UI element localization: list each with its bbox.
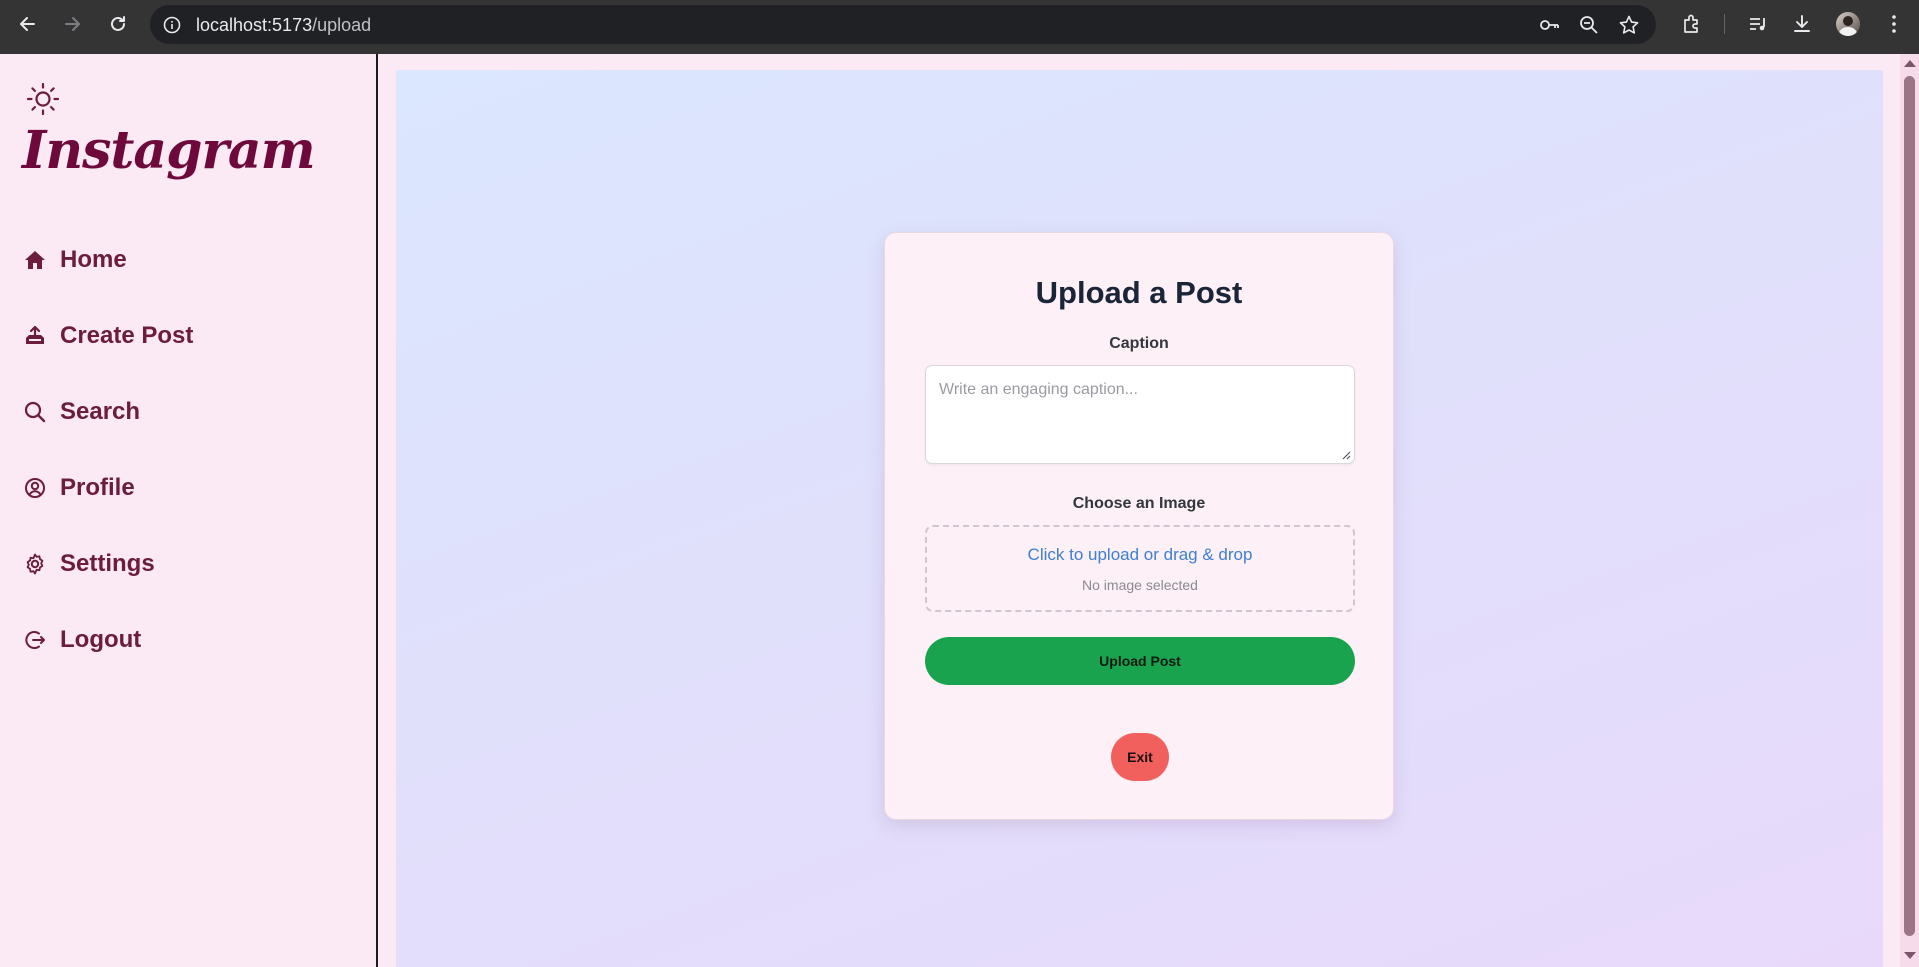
sidebar-item-logout[interactable]: Logout	[22, 620, 141, 660]
arrow-left-icon	[20, 17, 35, 31]
caption-input[interactable]	[926, 366, 1354, 463]
address-bar[interactable]: localhost:5173/upload	[150, 5, 1656, 44]
key-icon[interactable]	[1538, 14, 1560, 36]
image-dropzone[interactable]: Click to upload or drag & drop No image …	[925, 525, 1355, 612]
reload-button[interactable]	[104, 10, 132, 38]
upload-card: Upload a Post Caption Choose an Image Cl…	[884, 232, 1394, 820]
reload-icon	[111, 16, 125, 31]
media-queue-icon[interactable]	[1746, 12, 1770, 36]
sidebar-item-label: Logout	[60, 626, 142, 653]
sidebar-item-label: Settings	[60, 550, 155, 577]
user-circle-icon	[22, 475, 48, 501]
image-status: No image selected	[1082, 577, 1198, 593]
home-icon	[22, 247, 48, 273]
page-title: Upload a Post	[1035, 275, 1243, 310]
star-icon[interactable]	[1618, 14, 1640, 36]
upload-tray-icon	[22, 323, 48, 349]
sidebar-item-home[interactable]: Home	[22, 240, 127, 280]
sidebar: Instagram Home Create Post Search Profil…	[0, 54, 378, 967]
info-icon[interactable]	[162, 15, 182, 35]
scrollbar[interactable]	[1900, 54, 1919, 967]
sun-icon[interactable]	[26, 82, 60, 116]
profile-avatar[interactable]	[1836, 12, 1860, 36]
sidebar-item-label: Home	[60, 246, 127, 273]
download-icon[interactable]	[1790, 12, 1814, 36]
upload-link[interactable]: Click to upload or drag & drop	[927, 545, 1353, 565]
image-label: Choose an Image	[1072, 495, 1206, 512]
sidebar-item-label: Profile	[60, 474, 135, 501]
url-text: localhost:5173/upload	[196, 15, 372, 35]
sidebar-item-profile[interactable]: Profile	[22, 468, 135, 508]
app-logo[interactable]: Instagram	[22, 120, 316, 181]
zoom-icon[interactable]	[1578, 14, 1600, 36]
search-icon	[22, 399, 48, 425]
caption-label: Caption	[1109, 335, 1169, 352]
gear-icon	[22, 551, 48, 577]
toolbar-divider	[1724, 14, 1725, 34]
scrollbar-thumb[interactable]	[1904, 76, 1915, 936]
back-button[interactable]	[14, 10, 42, 38]
sidebar-item-label: Create Post	[60, 322, 194, 349]
exit-button[interactable]: Exit	[1111, 733, 1169, 781]
sidebar-item-create-post[interactable]: Create Post	[22, 316, 193, 356]
sidebar-item-settings[interactable]: Settings	[22, 544, 155, 584]
forward-button[interactable]	[58, 10, 86, 38]
extensions-icon[interactable]	[1680, 12, 1704, 36]
scroll-down-arrow-icon[interactable]	[1904, 952, 1916, 959]
browser-toolbar: localhost:5173/upload	[0, 0, 1919, 54]
sidebar-item-search[interactable]: Search	[22, 392, 140, 432]
upload-post-button[interactable]: Upload Post	[925, 637, 1355, 685]
sidebar-item-label: Search	[60, 398, 141, 425]
more-vert-icon[interactable]	[1882, 12, 1906, 36]
caption-field[interactable]	[925, 365, 1355, 464]
arrow-right-icon	[65, 17, 80, 31]
scroll-up-arrow-icon[interactable]	[1904, 60, 1916, 67]
resize-handle-icon[interactable]	[1341, 450, 1351, 460]
logout-icon	[22, 627, 48, 653]
